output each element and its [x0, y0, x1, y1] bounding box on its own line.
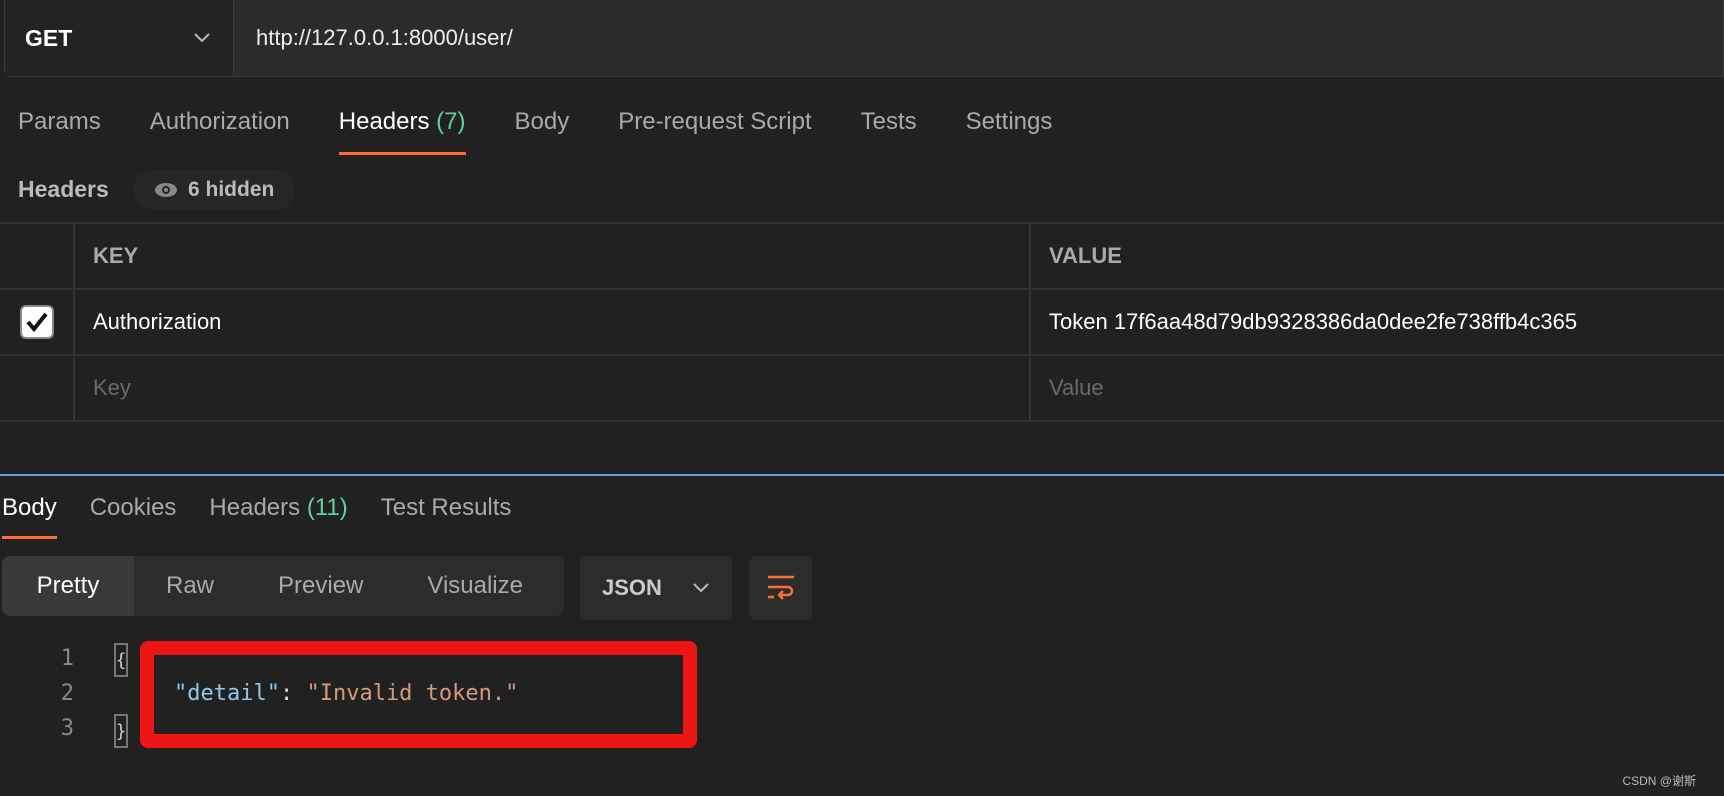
- header-key-input[interactable]: Authorization: [75, 290, 1031, 354]
- method-value: GET: [25, 24, 73, 51]
- table-row-empty: Key Value: [0, 356, 1724, 422]
- line-number: 3: [60, 716, 74, 741]
- response-tabs: Body Cookies Headers (11) Test Results: [2, 494, 544, 540]
- tab-label: Headers: [209, 494, 301, 521]
- open-brace: {: [114, 643, 128, 677]
- request-tabs: Params Authorization Headers (7) Body Pr…: [18, 108, 1101, 155]
- tab-response-headers[interactable]: Headers (11): [209, 494, 347, 540]
- column-key: KEY: [75, 224, 1031, 288]
- line-number: 2: [60, 681, 74, 706]
- tab-response-body[interactable]: Body: [2, 494, 57, 540]
- hidden-count: 6 hidden: [188, 178, 275, 201]
- tab-tests[interactable]: Tests: [861, 108, 917, 154]
- tab-label: Headers: [338, 108, 430, 135]
- headers-title: Headers: [18, 176, 109, 202]
- tab-cookies[interactable]: Cookies: [90, 494, 177, 540]
- url-bar: GET http://127.0.0.1:8000/user/: [4, 0, 1724, 77]
- tab-headers[interactable]: Headers (7): [338, 108, 466, 155]
- tab-authorization[interactable]: Authorization: [150, 108, 290, 154]
- hidden-headers-toggle[interactable]: 6 hidden: [133, 170, 296, 210]
- enable-checkbox[interactable]: [19, 305, 54, 339]
- watermark: CSDN @谢斯: [1622, 774, 1696, 788]
- table-header-row: KEY VALUE: [0, 224, 1724, 290]
- close-brace: }: [114, 714, 128, 748]
- response-headers-count: (11): [306, 494, 348, 521]
- tab-test-results[interactable]: Test Results: [381, 494, 512, 540]
- format-value: JSON: [602, 575, 662, 600]
- view-mode-switcher: Pretty Raw Preview Visualize: [2, 556, 564, 616]
- highlight-annotation-box: [140, 641, 697, 748]
- mode-preview[interactable]: Preview: [246, 556, 395, 616]
- chevron-down-icon: [194, 33, 210, 43]
- line-number: 1: [60, 646, 74, 671]
- wrap-lines-button[interactable]: [749, 556, 812, 620]
- mode-raw[interactable]: Raw: [134, 556, 246, 616]
- headers-count: (7): [436, 108, 466, 135]
- url-input[interactable]: http://127.0.0.1:8000/user/: [234, 0, 513, 76]
- headers-table: KEY VALUE Authorization Token 17f6aa48d7…: [0, 222, 1724, 422]
- checkmark-icon: [25, 312, 48, 332]
- mode-visualize[interactable]: Visualize: [395, 556, 555, 616]
- format-select[interactable]: JSON: [580, 556, 732, 620]
- wrap-icon: [767, 575, 794, 600]
- mode-pretty[interactable]: Pretty: [2, 556, 134, 616]
- tab-params[interactable]: Params: [18, 108, 101, 154]
- new-key-input[interactable]: Key: [75, 356, 1031, 420]
- table-row: Authorization Token 17f6aa48d79db9328386…: [0, 290, 1724, 356]
- eye-icon: [155, 183, 177, 197]
- column-value: VALUE: [1049, 243, 1122, 268]
- pane-divider[interactable]: [0, 474, 1724, 476]
- tab-pre-request-script[interactable]: Pre-request Script: [618, 108, 811, 154]
- header-value-input[interactable]: Token 17f6aa48d79db9328386da0dee2fe738ff…: [1031, 290, 1577, 354]
- method-select[interactable]: GET: [5, 0, 234, 76]
- tab-body[interactable]: Body: [515, 108, 570, 154]
- chevron-down-icon: [693, 583, 709, 593]
- new-value-input[interactable]: Value: [1031, 356, 1104, 420]
- tab-settings[interactable]: Settings: [966, 108, 1053, 154]
